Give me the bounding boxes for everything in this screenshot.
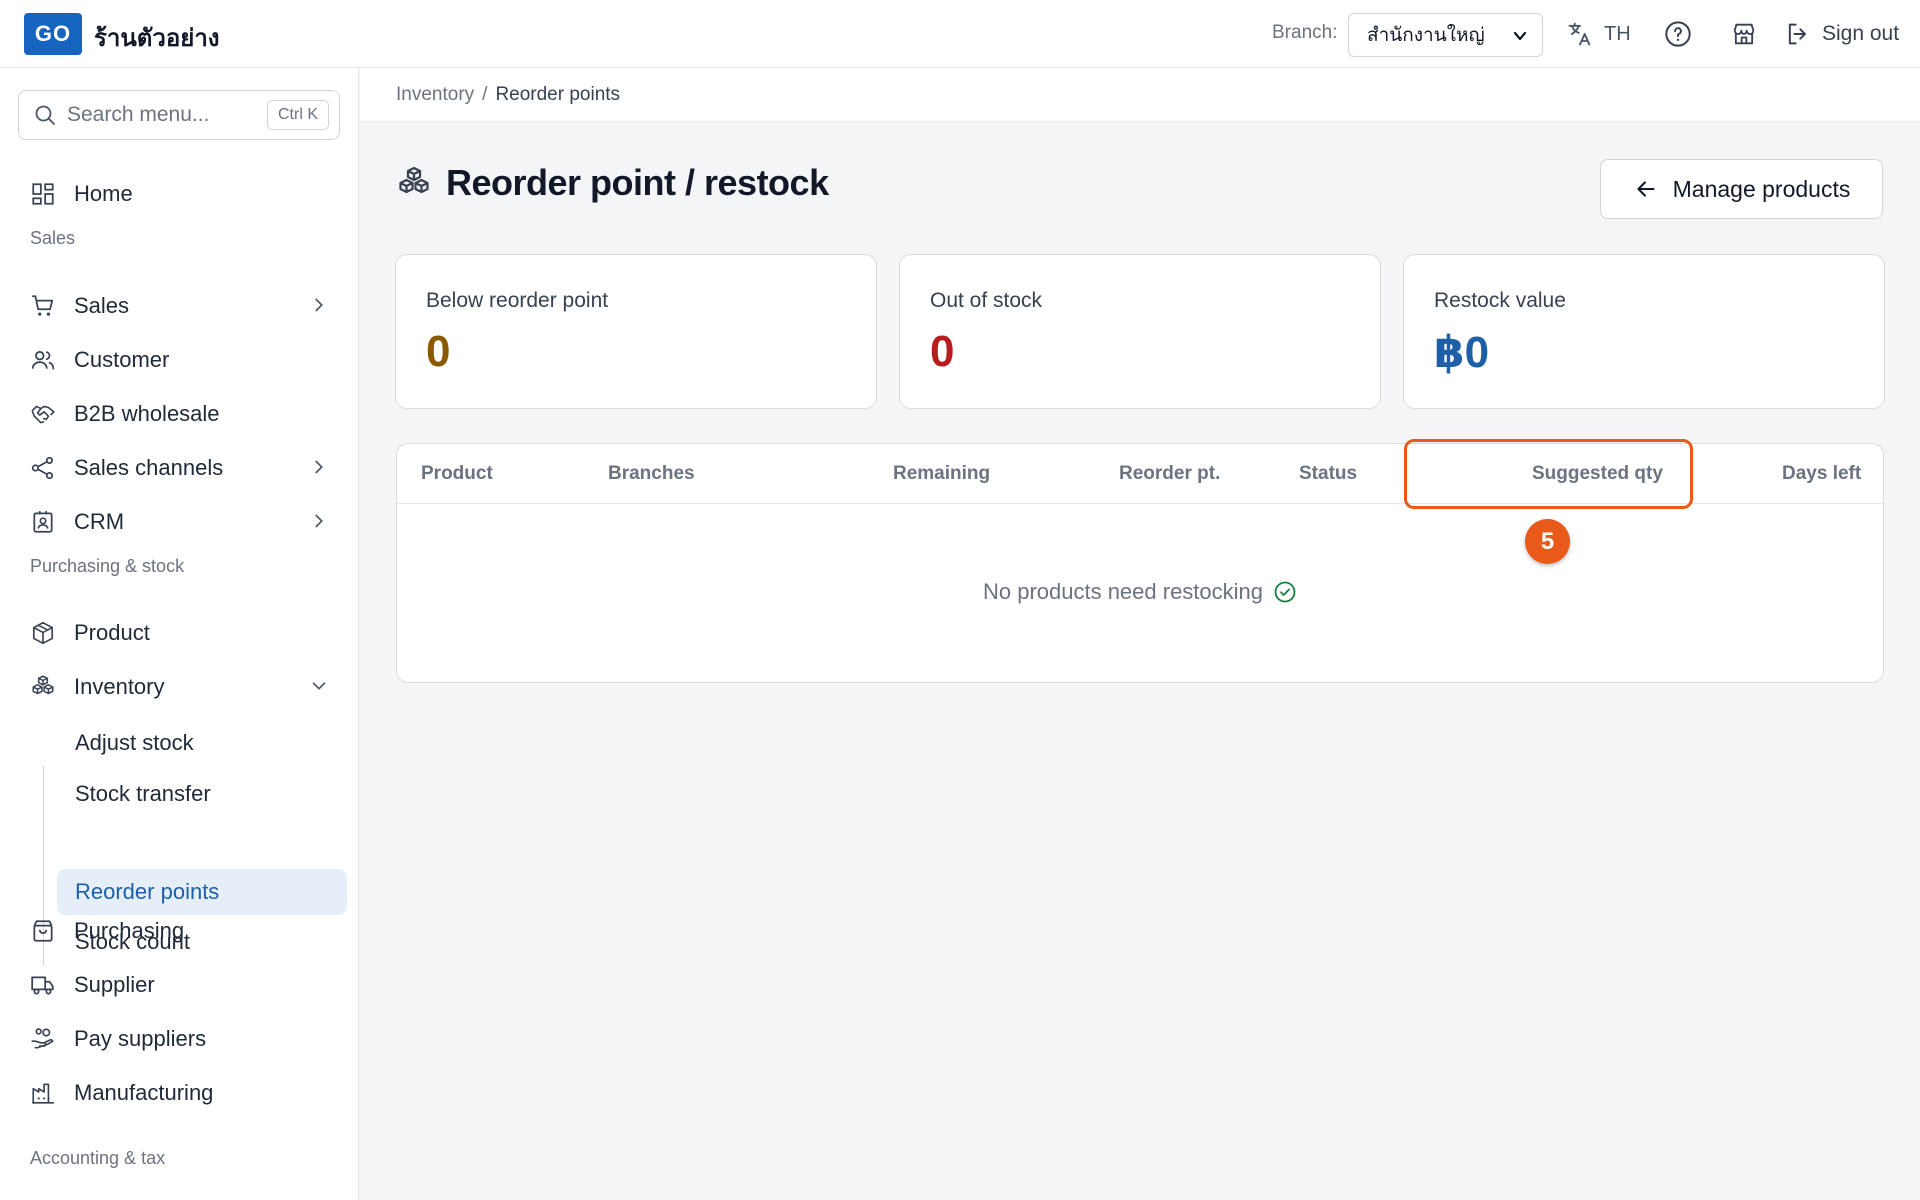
cart-icon: [28, 291, 58, 321]
section-sales: Sales: [30, 228, 76, 248]
sidebar-item-product[interactable]: Product: [28, 613, 332, 653]
chevron-right-icon: [315, 460, 323, 474]
search-input[interactable]: Search menu... Ctrl K: [18, 90, 340, 140]
breadcrumb-inventory-link[interactable]: Inventory: [396, 84, 474, 106]
help-icon[interactable]: [1664, 20, 1692, 48]
sidebar-item-sales-channels[interactable]: Sales channels: [28, 448, 332, 488]
sidebar-item-label: Manufacturing: [74, 1080, 214, 1105]
stat-value: 0: [426, 327, 451, 376]
dashboard-icon: [28, 179, 58, 209]
chevron-down-icon: [1513, 31, 1527, 41]
stat-card-below-reorder: Below reorder point 0: [395, 254, 877, 409]
sidebar-item-label: Supplier: [74, 972, 155, 997]
search-icon: [35, 105, 55, 125]
shop-name: ร้านตัวอย่าง: [94, 25, 220, 52]
column-header-remaining[interactable]: Remaining: [893, 463, 990, 485]
page-title: Reorder point / restock: [446, 162, 829, 203]
sign-out-label: Sign out: [1822, 22, 1900, 45]
top-bar: GO ร้านตัวอย่าง Branch: สำนักงานใหญ่ TH …: [0, 0, 1920, 68]
stat-value: ฿0: [1434, 328, 1490, 377]
translate-icon: [1568, 22, 1591, 46]
empty-state-message: No products need restocking: [982, 579, 1264, 604]
handshake-icon: [28, 399, 58, 429]
chevron-right-icon: [315, 514, 323, 528]
empty-state: No products need restocking: [397, 579, 1883, 605]
sign-out-button[interactable]: Sign out: [1784, 20, 1899, 48]
chevron-right-icon: [315, 298, 323, 312]
column-header-product[interactable]: Product: [421, 463, 493, 485]
share-icon: [28, 453, 58, 483]
annotation-highlight-box: [1404, 439, 1693, 509]
arrow-left-icon: [1637, 181, 1655, 197]
column-header-reorder-point[interactable]: Reorder pt.: [1119, 463, 1220, 485]
section-purchasing: Purchasing & stock: [30, 556, 185, 576]
sidebar-item-home[interactable]: Home: [28, 174, 332, 214]
stat-card-restock-value: Restock value ฿0: [1403, 254, 1885, 409]
sidebar-item-manufacturing[interactable]: Manufacturing: [28, 1073, 332, 1113]
sidebar: Search menu... Ctrl K Home Sales Sales C…: [0, 68, 359, 1200]
sidebar-item-supplier[interactable]: Supplier: [28, 965, 332, 1005]
box-icon: [28, 618, 58, 648]
branch-select-value: สำนักงานใหญ่: [1367, 25, 1485, 46]
sidebar-item-sales[interactable]: Sales: [28, 286, 332, 326]
page-header: Reorder point / restock: [396, 162, 829, 204]
hand-coins-icon: [28, 1024, 58, 1054]
sidebar-item-purchasing[interactable]: Purchasing: [28, 911, 332, 951]
stat-value: 0: [930, 327, 955, 376]
breadcrumb: Inventory / Reorder points: [396, 84, 620, 106]
sidebar-item-label: Customer: [74, 347, 170, 372]
chevron-down-icon: [312, 682, 326, 690]
boxes-icon: [28, 672, 58, 702]
sidebar-item-label: Sales channels: [74, 455, 224, 480]
app-logo[interactable]: GO: [24, 13, 82, 55]
truck-icon: [28, 970, 58, 1000]
factory-icon: [28, 1078, 58, 1108]
sidebar-item-label: Inventory: [74, 674, 165, 699]
search-placeholder: Search menu...: [67, 103, 210, 126]
breadcrumb-separator: /: [482, 84, 488, 105]
language-label: TH: [1604, 22, 1631, 45]
boxes-icon: [399, 166, 429, 194]
column-header-branches[interactable]: Branches: [608, 463, 695, 485]
sidebar-item-label: Pay suppliers: [74, 1026, 207, 1051]
sidebar-item-label: Purchasing: [74, 918, 185, 943]
sidebar-item-adjust-stock[interactable]: Adjust stock: [75, 720, 194, 766]
manage-products-label: Manage products: [1672, 175, 1851, 202]
stat-card-out-of-stock: Out of stock 0: [899, 254, 1381, 409]
search-shortcut: Ctrl K: [267, 100, 329, 130]
annotation-step-badge: 5: [1525, 519, 1570, 564]
stat-label: Out of stock: [930, 289, 1043, 312]
contact-card-icon: [28, 507, 58, 537]
check-circle-icon: [1274, 581, 1296, 603]
breadcrumb-current: Reorder points: [495, 84, 621, 105]
sidebar-item-stock-transfer[interactable]: Stock transfer: [75, 771, 211, 817]
store-icon[interactable]: [1730, 20, 1758, 48]
users-icon: [28, 345, 58, 375]
branch-label: Branch:: [1272, 22, 1338, 43]
sidebar-item-pay-suppliers[interactable]: Pay suppliers: [28, 1019, 332, 1059]
sidebar-item-label: CRM: [74, 509, 125, 534]
sidebar-item-label: Sales: [74, 293, 130, 318]
language-switch[interactable]: TH: [1566, 20, 1631, 48]
sidebar-item-b2b[interactable]: B2B wholesale: [28, 394, 332, 434]
sidebar-item-reorder-points[interactable]: Reorder points: [75, 869, 219, 915]
column-header-status[interactable]: Status: [1299, 463, 1357, 485]
sidebar-item-crm[interactable]: CRM: [28, 502, 332, 542]
logout-icon: [1788, 23, 1806, 45]
sidebar-item-label: Product: [74, 620, 150, 645]
sidebar-item-customer[interactable]: Customer: [28, 340, 332, 380]
stat-label: Below reorder point: [426, 289, 609, 312]
stat-label: Restock value: [1434, 289, 1566, 312]
manage-products-button[interactable]: Manage products: [1600, 159, 1883, 219]
branch-select[interactable]: สำนักงานใหญ่: [1348, 13, 1543, 57]
sidebar-item-label: Home: [74, 181, 133, 206]
column-header-days-left[interactable]: Days left: [1782, 463, 1861, 485]
sidebar-item-inventory[interactable]: Inventory: [28, 667, 332, 707]
sidebar-item-label: B2B wholesale: [74, 401, 220, 426]
section-accounting: Accounting & tax: [30, 1148, 166, 1168]
shopping-bag-icon: [28, 916, 58, 946]
